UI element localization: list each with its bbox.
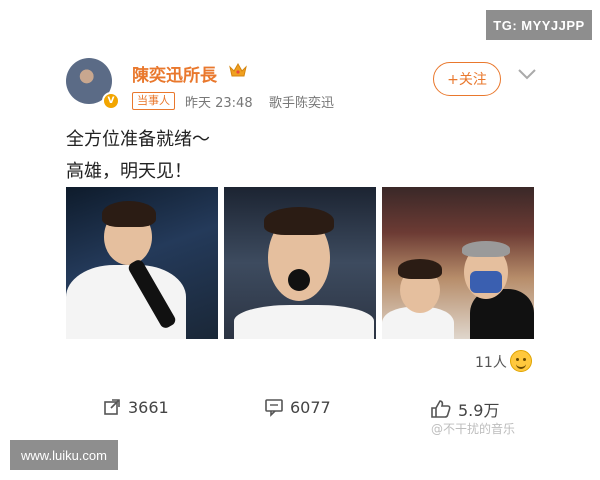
like-button[interactable]: 5.9万 [430,397,499,421]
photo-figure-shirt [66,265,186,339]
reaction-count[interactable]: 11人 [475,352,507,372]
repost-icon [104,399,120,415]
repost-count: 3661 [128,397,169,417]
post-text-line-1: 全方位准备就绪～ [66,129,210,150]
photo-figure-shirt [234,305,374,339]
post-source: 歌手陈奕迅 [269,96,335,111]
face-mask [470,271,502,293]
post-text-line-2: 高雄，明天见！ [66,161,192,182]
microphone [288,269,310,291]
comment-button[interactable]: 6077 [264,397,331,417]
repost-button[interactable]: 3661 [102,397,169,417]
smile-emoji-icon[interactable] [510,350,532,372]
post-photo-1[interactable] [66,187,218,339]
crown-icon [229,62,247,77]
chevron-down-icon[interactable] [517,68,537,80]
verified-badge-icon: V [102,92,120,110]
follow-button[interactable]: +关注 [433,62,501,96]
like-icon [431,400,451,418]
comment-count: 6077 [290,397,331,417]
post-time: 昨天 23:48 [185,96,253,111]
username[interactable]: 陳奕迅所長 [132,61,217,86]
role-badge: 当事人 [132,92,175,110]
watermark-site: www.luiku.com [10,440,118,470]
like-count: 5.9万 [458,401,500,420]
post-photo-3[interactable] [382,187,534,339]
photo-figure-hair [102,201,156,227]
photo-figure-hair [398,259,442,279]
post-photo-2[interactable] [224,187,376,339]
weibo-post-card: V 陳奕迅所長 当事人 昨天 23:48 歌手陈奕迅 +关注 全方位准备就绪～ … [52,42,548,437]
watermark-source: @不干扰的音乐 [431,422,516,436]
photo-figure-hair [264,207,334,235]
comment-icon [265,399,283,417]
photo-figure-hair [462,241,510,257]
watermark-tg: TG: MYYJJPP [486,10,592,40]
